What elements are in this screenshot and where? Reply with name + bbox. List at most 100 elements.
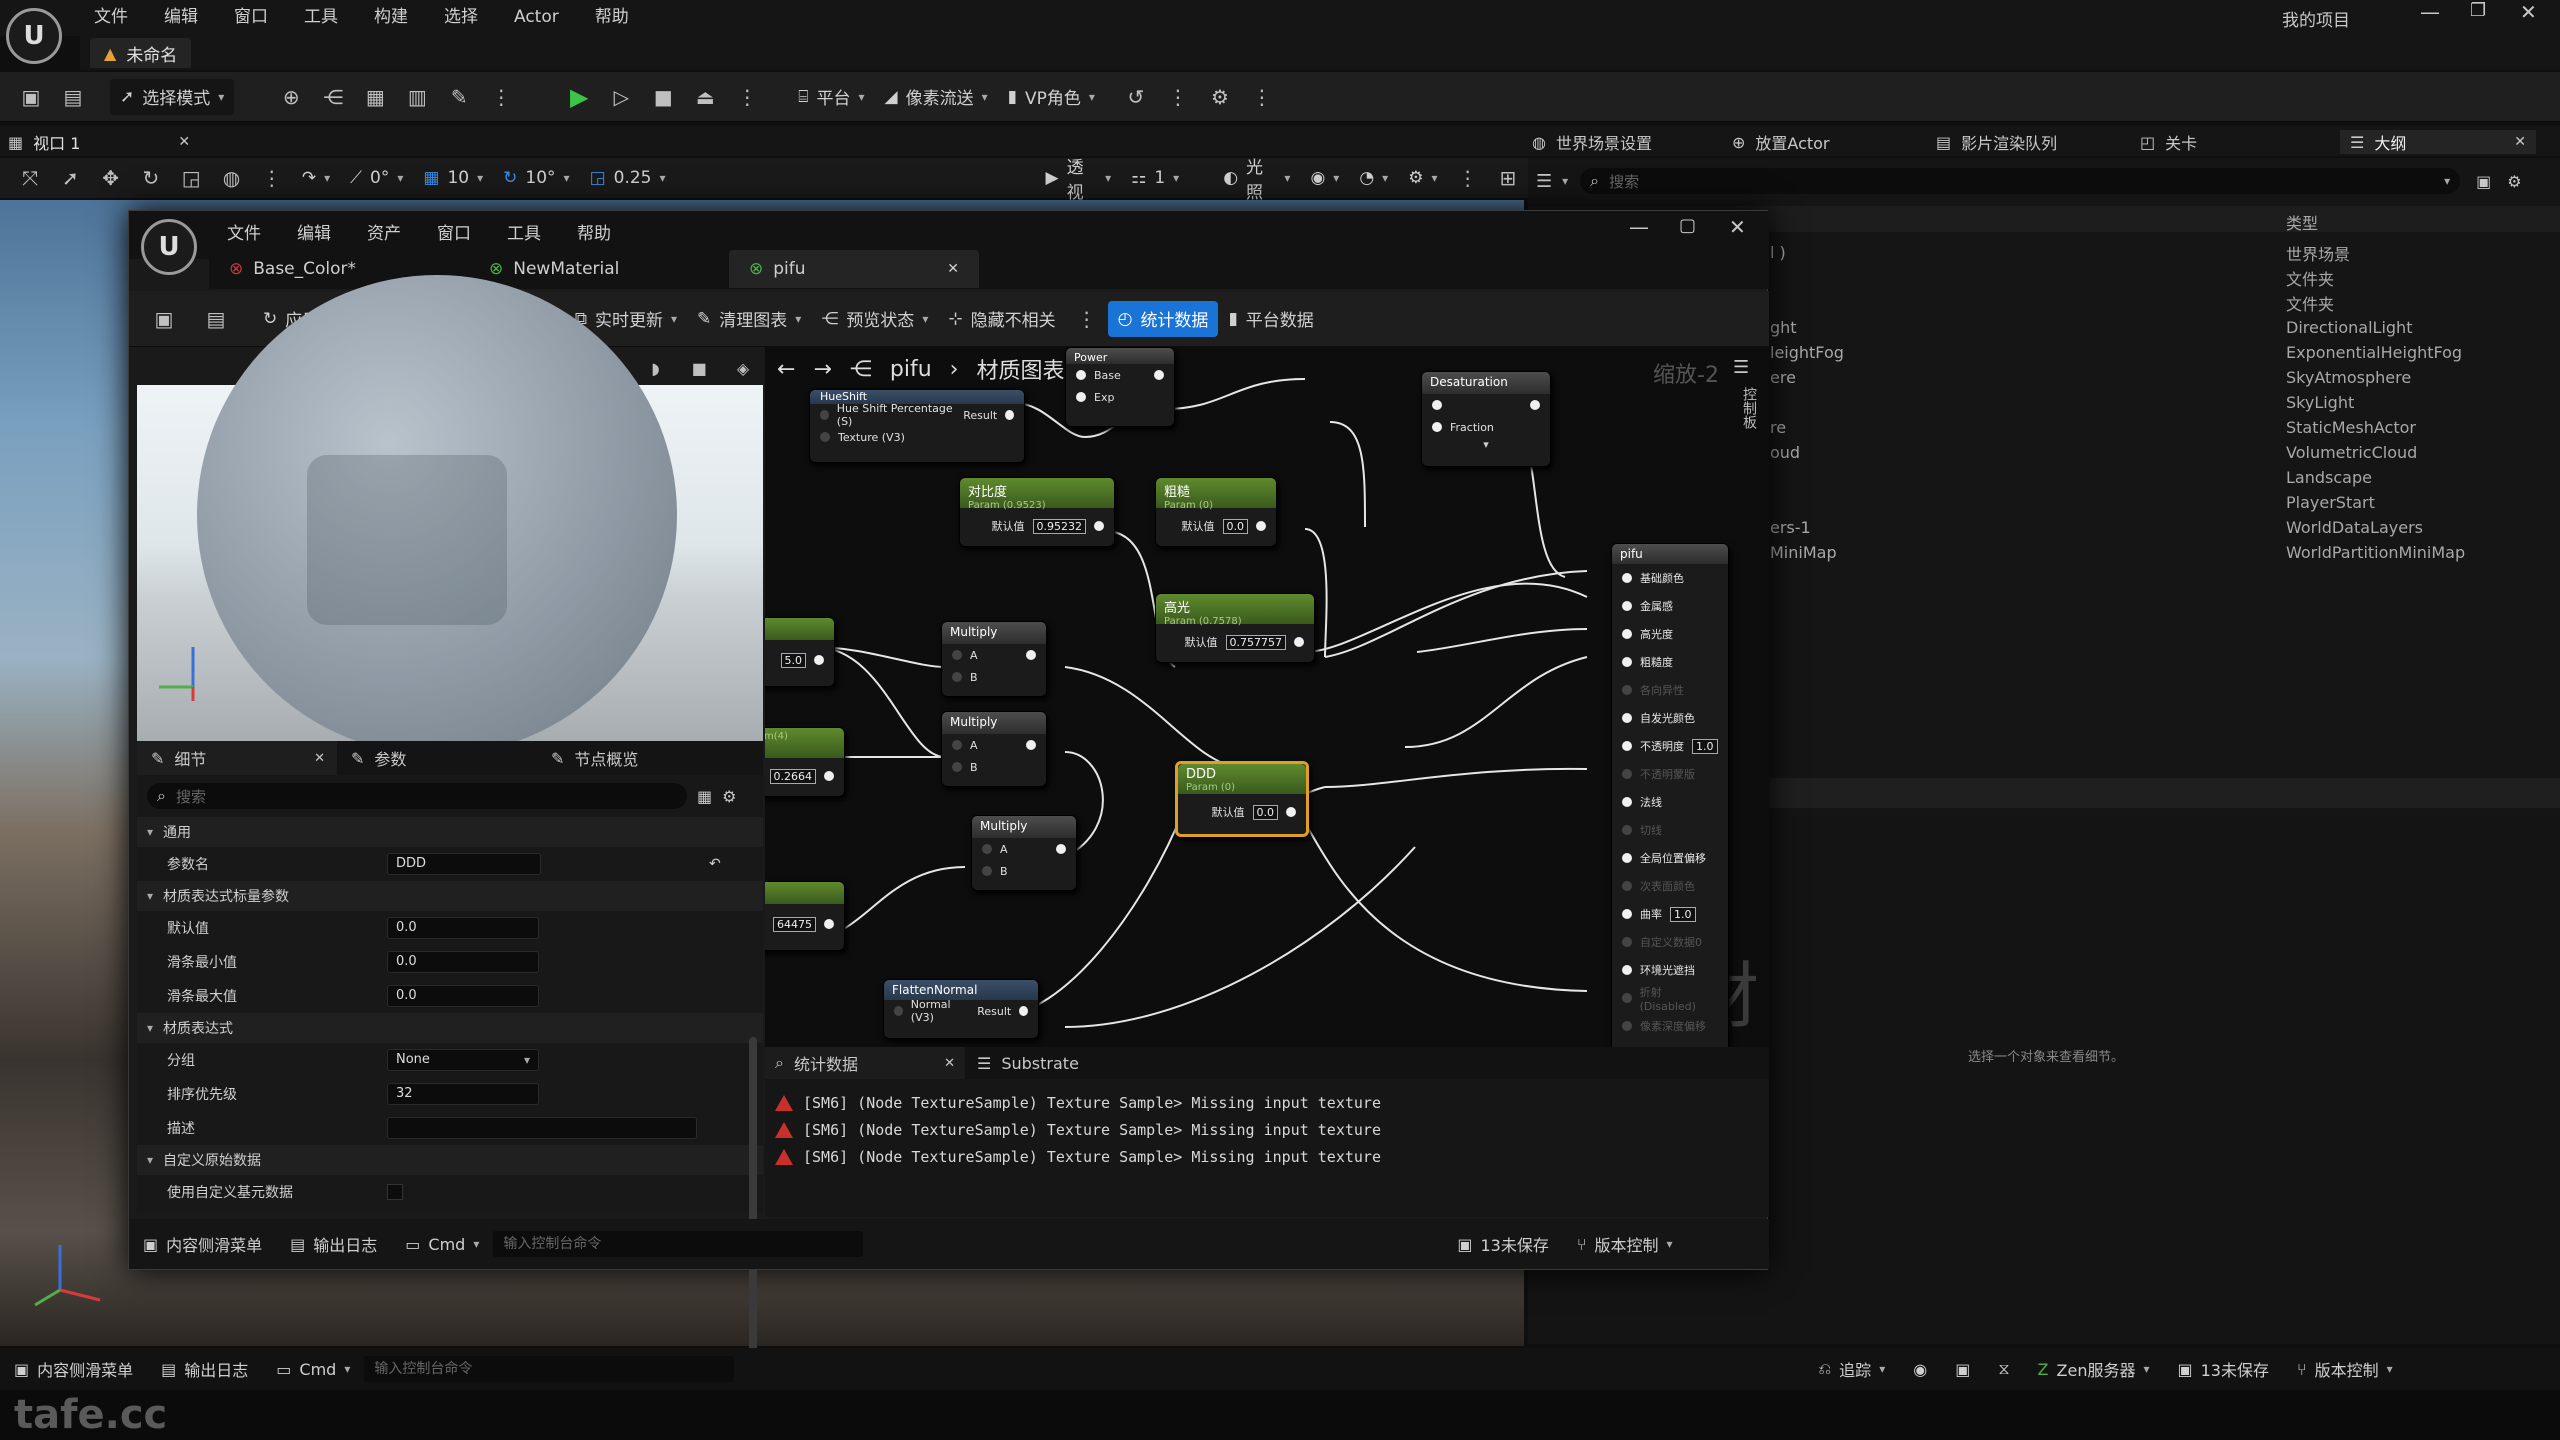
output-pin[interactable] xyxy=(824,919,834,929)
tab-levels[interactable]: ◰ 关卡 xyxy=(2140,130,2340,154)
node-param-partial[interactable]: m(4) 0.2664 xyxy=(765,727,845,797)
minimize-icon[interactable]: — xyxy=(2420,0,2440,24)
input-pin[interactable] xyxy=(1622,1021,1632,1031)
history-icon[interactable]: ↺ xyxy=(1119,80,1153,114)
input-pin[interactable] xyxy=(952,740,962,750)
node-power[interactable]: Power Base Exp xyxy=(1065,347,1175,427)
input-pin[interactable] xyxy=(1432,422,1442,432)
teapot-icon[interactable]: ◈ xyxy=(727,351,759,385)
play-icon[interactable]: ▶ xyxy=(562,80,596,114)
input-pin[interactable] xyxy=(820,432,830,442)
output-log-button[interactable]: ▤ 输出日志 xyxy=(147,1357,262,1381)
output-pin[interactable] xyxy=(1530,400,1540,410)
sort-priority-input[interactable]: 32 xyxy=(387,1083,539,1105)
input-pin[interactable] xyxy=(1622,993,1632,1003)
more-icon[interactable]: ⋮ xyxy=(484,80,518,114)
pin-value-input[interactable]: 1.0 xyxy=(1670,906,1696,922)
close-icon[interactable]: ✕ xyxy=(1729,215,1746,239)
more-icon[interactable]: ⋮ xyxy=(1245,80,1279,114)
close-icon[interactable]: ✕ xyxy=(944,1056,955,1071)
input-pin[interactable] xyxy=(1622,657,1632,667)
tab-stats[interactable]: ⌕ 统计数据 ✕ xyxy=(765,1047,965,1079)
output-pin[interactable] xyxy=(814,655,824,665)
tab-new-material[interactable]: ⊗ NewMaterial xyxy=(469,250,729,288)
input-pin[interactable] xyxy=(1622,853,1632,863)
folder-add-icon[interactable]: ▣ xyxy=(2476,172,2491,191)
settings-icon[interactable]: ⚙ xyxy=(1203,80,1237,114)
close-icon[interactable]: ✕ xyxy=(178,134,190,150)
me-menu-asset[interactable]: 资产 xyxy=(349,219,419,249)
record-icon[interactable]: ◉ xyxy=(1899,1360,1941,1379)
grid-snap-button[interactable]: ▦ 10 ▾ xyxy=(413,160,493,196)
trace-button[interactable]: ⎌ 追踪 ▾ xyxy=(1804,1357,1899,1381)
roughness-value-input[interactable]: 0.0 xyxy=(1222,518,1248,534)
output-log-button[interactable]: ▤ 输出日志 xyxy=(276,1232,391,1256)
maximize-icon[interactable]: ▢ xyxy=(1679,215,1696,236)
show-button[interactable]: ◉ ▾ xyxy=(1300,160,1349,196)
gear-icon[interactable]: ⚙ xyxy=(2507,172,2521,191)
unsaved-button[interactable]: ▣ 13未保存 xyxy=(1443,1232,1563,1256)
tab-movie-render-queue[interactable]: ▤ 影片渲染队列 xyxy=(1936,130,2140,154)
node-param-partial[interactable]: 64475 xyxy=(765,881,845,951)
vp-role-button[interactable]: ▮ VP角色 ▾ xyxy=(998,79,1105,115)
select-mode-button[interactable]: ➚ 选择模式 ▾ xyxy=(110,78,235,115)
material-preview[interactable]: ▶透视▾ ◐光照▾ ⟋ ▢ ● ◆ ◗ ■ ◈ xyxy=(137,275,763,755)
close-icon[interactable]: ✕ xyxy=(2514,134,2526,150)
close-icon[interactable]: ✕ xyxy=(314,751,325,766)
realtime-button[interactable]: ◔ ▾ xyxy=(1349,160,1398,196)
node-param-partial[interactable]: 5.0 xyxy=(765,617,835,687)
menu-select[interactable]: 选择 xyxy=(426,2,496,32)
hourglass-icon[interactable]: ⧖ xyxy=(1984,1359,2023,1379)
input-pin[interactable] xyxy=(1622,937,1632,947)
console-input[interactable]: 输入控制台命令 xyxy=(493,1231,864,1257)
me-menu-tools[interactable]: 工具 xyxy=(489,219,559,249)
modes-icon[interactable]: ▥ xyxy=(400,80,434,114)
input-pin[interactable] xyxy=(952,672,962,682)
node-ddd-param[interactable]: DDD Param (0) 默认值 0.0 xyxy=(1175,761,1309,837)
param-value[interactable]: 5.0 xyxy=(780,652,806,668)
node-multiply[interactable]: Multiply A B xyxy=(941,711,1047,787)
maximize-icon[interactable]: ❐ xyxy=(2470,0,2486,21)
camera-icon[interactable]: ▣ xyxy=(1941,1360,1984,1379)
default-value-input[interactable]: 0.0 xyxy=(387,917,539,939)
node-flatten-normal[interactable]: FlattenNormal Normal (V3) Result xyxy=(883,979,1039,1039)
platform-stats-button[interactable]: ▮ 平台数据 xyxy=(1218,301,1323,337)
reset-icon[interactable]: ↶ xyxy=(709,856,721,872)
node-material-result[interactable]: pifu 基础颜色 金属感 高光度 粗糙度 各向异性 自发光颜色 不透明度 1.0 不透明蒙版法… xyxy=(1611,543,1729,1047)
section-expression[interactable]: ▾ 材质表达式 xyxy=(137,1013,763,1043)
breadcrumb-asset[interactable]: pifu xyxy=(890,357,932,382)
input-pin[interactable] xyxy=(1622,965,1632,975)
menu-build[interactable]: 构建 xyxy=(356,2,426,32)
content-drawer-button[interactable]: ▣ 内容侧滑菜单 xyxy=(0,1357,147,1381)
menu-help[interactable]: 帮助 xyxy=(577,2,647,32)
me-menu-help[interactable]: 帮助 xyxy=(559,219,629,249)
input-pin[interactable] xyxy=(1076,392,1086,402)
input-pin[interactable] xyxy=(1622,909,1632,919)
input-pin[interactable] xyxy=(982,866,992,876)
input-pin[interactable] xyxy=(894,1006,903,1016)
pin-value-input[interactable]: 1.0 xyxy=(1692,738,1718,754)
version-control-button[interactable]: ⑂ 版本控制 ▾ xyxy=(2283,1357,2407,1381)
lit-button[interactable]: ◐ 光照 ▾ xyxy=(1213,158,1300,203)
cube-icon[interactable]: ■ xyxy=(683,351,715,385)
preview-canvas[interactable] xyxy=(137,275,763,755)
scale-snap-button[interactable]: ◲ 0.25 ▾ xyxy=(580,160,676,196)
output-pin[interactable] xyxy=(1005,410,1015,420)
viewport-settings-button[interactable]: ⚙ ▾ xyxy=(1398,160,1447,196)
node-desaturation[interactable]: Desaturation Fraction ▾ xyxy=(1421,371,1551,467)
input-pin[interactable] xyxy=(952,762,962,772)
output-pin[interactable] xyxy=(1286,807,1296,817)
tab-substrate[interactable]: ☰ Substrate xyxy=(965,1054,1165,1073)
tab-outliner[interactable]: ☰ 大纲 ✕ xyxy=(2340,130,2536,154)
minimize-icon[interactable]: — xyxy=(1629,215,1649,239)
perspective-button[interactable]: ▶ 透视 ▾ xyxy=(1036,158,1122,203)
palette-list-icon[interactable]: ☰ xyxy=(1733,357,1749,378)
tab-pifu[interactable]: ⊗ pifu ✕ xyxy=(729,250,979,288)
viewport-tab[interactable]: ▦ 视口 1 ✕ xyxy=(8,130,190,154)
input-pin[interactable] xyxy=(1622,573,1632,583)
eject-icon[interactable]: ⏏ xyxy=(688,80,722,114)
maximize-viewport-icon[interactable]: ⊞ xyxy=(1492,161,1524,195)
input-pin[interactable] xyxy=(1622,741,1632,751)
param-value[interactable]: 0.2664 xyxy=(769,768,816,784)
me-menu-file[interactable]: 文件 xyxy=(209,219,279,249)
